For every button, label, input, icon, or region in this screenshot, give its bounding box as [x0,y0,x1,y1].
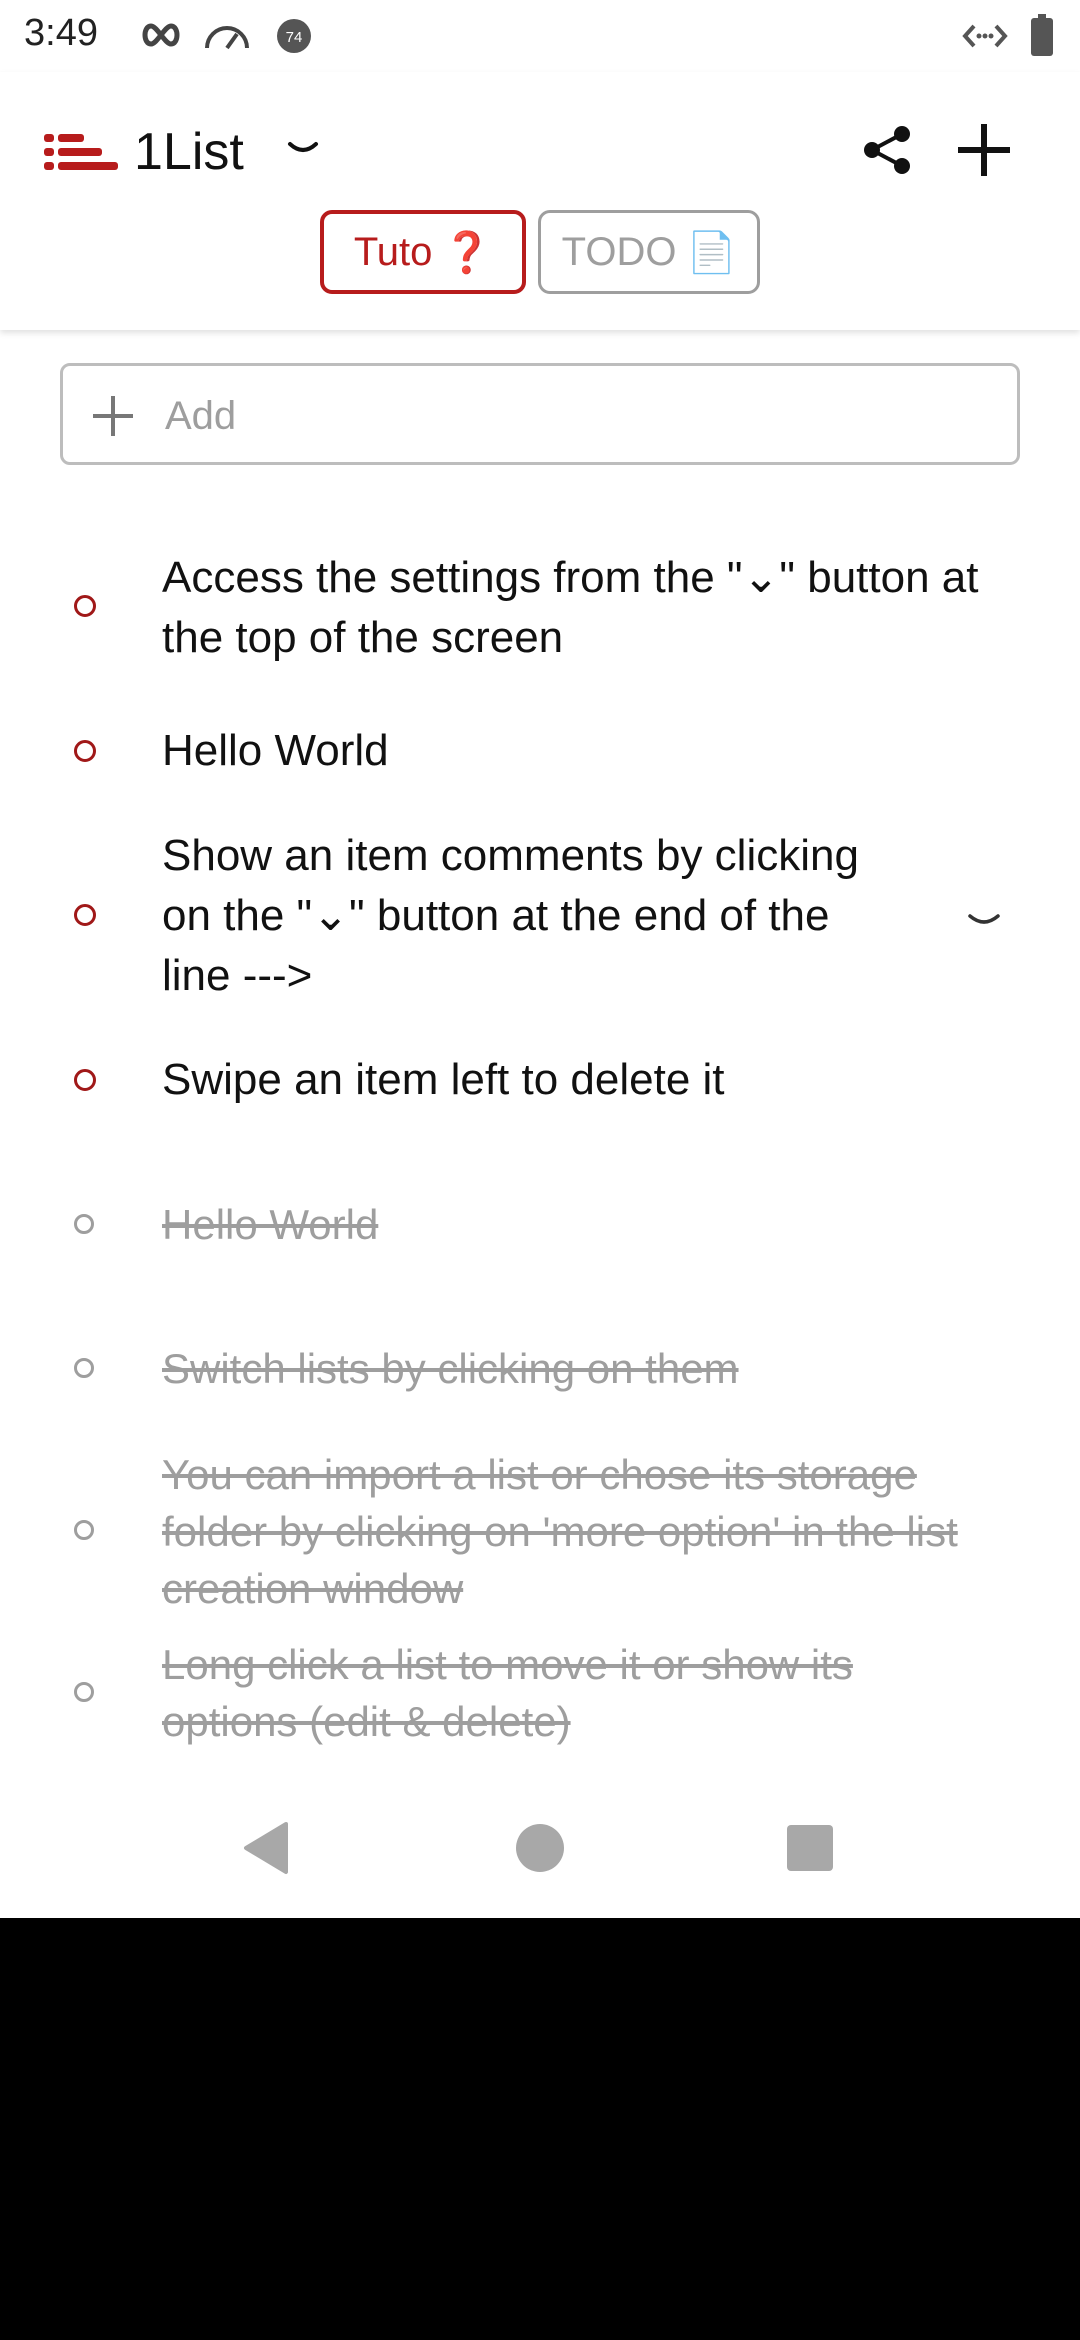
speed-icon [205,26,249,50]
bullet-circle-icon[interactable] [74,595,96,617]
status-time: 3:49 [24,12,98,54]
plus-icon[interactable] [956,122,1012,178]
tab-todo[interactable]: TODO 📄 [538,210,760,294]
bullet-circle-icon[interactable] [74,1520,94,1540]
app-title[interactable]: 1List [134,122,244,182]
question-icon: ❓ [442,230,493,275]
item-text: You can import a list or chose its stora… [162,1451,958,1612]
list-item[interactable]: Hello World [0,712,1080,792]
bullet-circle-icon[interactable] [74,904,96,926]
home-icon[interactable] [516,1824,564,1872]
infinity-icon [142,23,180,47]
tab-tuto-label: Tuto [353,229,433,274]
bullet-circle-icon[interactable] [74,1214,94,1234]
tab-tuto[interactable]: Tuto ❓ [320,210,526,294]
app-screen: 3:49 74 1List Tuto ❓ TODO 📄 Add Access t… [0,0,1080,1918]
bullet-circle-icon[interactable] [74,1358,94,1378]
notification-badge-icon: 74 [277,19,311,53]
bullet-circle-icon[interactable] [74,1682,94,1702]
battery-icon [1031,14,1053,56]
item-text: Long click a list to move it or show its… [162,1641,853,1745]
bullet-circle-icon[interactable] [74,740,96,762]
code-icon [962,24,1008,48]
item-text: Swipe an item left to delete it [162,1055,725,1104]
share-icon[interactable] [862,124,914,176]
list-tabs: Tuto ❓ TODO 📄 [0,210,1080,300]
item-text: Hello World [162,1201,379,1248]
status-bar: 3:49 74 [0,0,1080,72]
item-text: Show an item comments by clicking on the… [162,831,859,1000]
add-item-field[interactable] [60,363,1020,465]
app-bar: 1List Tuto ❓ TODO 📄 [0,72,1080,330]
item-text: Switch lists by clicking on them [162,1345,739,1392]
back-icon[interactable] [240,1820,290,1876]
item-text: Hello World [162,726,389,775]
list-item[interactable]: Hello World [0,1188,1080,1268]
add-item-input[interactable] [163,380,987,452]
item-text: Access the settings from the "⌄" button … [162,553,979,662]
plus-icon [93,396,133,436]
list-item[interactable]: Switch lists by clicking on them [0,1332,1080,1412]
tab-todo-label: TODO [561,229,677,274]
list-item[interactable]: Swipe an item left to delete it [0,1044,1080,1124]
list-item[interactable]: You can import a list or chose its stora… [0,1446,1080,1626]
recents-icon[interactable] [787,1825,833,1871]
list-item[interactable]: Access the settings from the "⌄" button … [0,546,1080,666]
list-logo-icon[interactable] [44,130,118,174]
chevron-down-icon[interactable] [964,906,1004,936]
chevron-down-icon[interactable] [286,132,320,166]
bullet-circle-icon[interactable] [74,1069,96,1091]
badge-text: 74 [286,29,303,46]
note-icon: 📄 [686,230,737,275]
list-item[interactable]: Show an item comments by clicking on the… [0,826,1080,1006]
list-item[interactable]: Long click a list to move it or show its… [0,1636,1080,1756]
system-nav-bar [0,1790,1080,1918]
